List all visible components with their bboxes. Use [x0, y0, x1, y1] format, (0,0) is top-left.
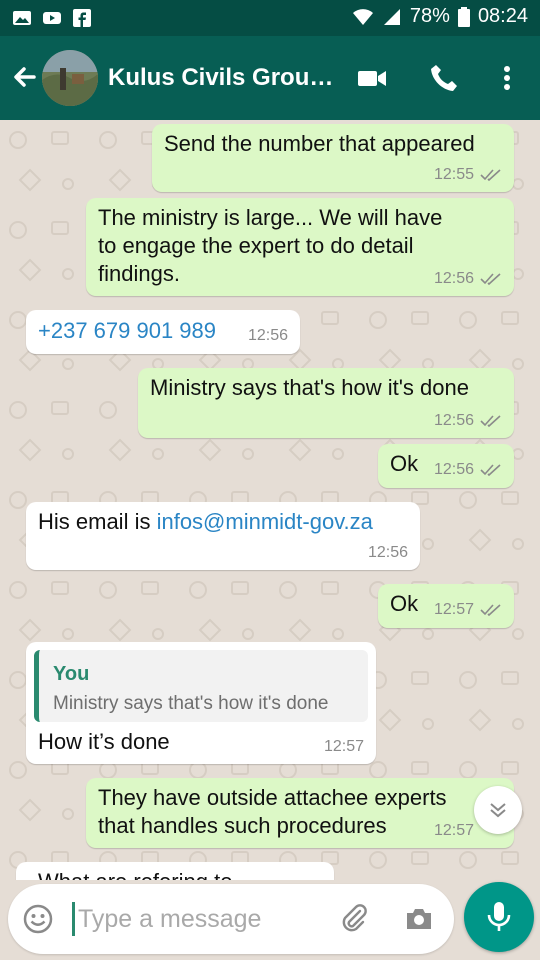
message-line: that handles such procedures	[98, 813, 387, 838]
system-status: 78% 08:24	[352, 5, 528, 28]
read-receipt-icon	[480, 415, 501, 428]
emoji-icon[interactable]	[22, 903, 54, 935]
message-text: How it’s done	[38, 729, 170, 754]
message-time: 12:55	[433, 166, 474, 183]
message-time: 12:57	[433, 601, 474, 618]
attach-icon[interactable]	[338, 902, 370, 934]
battery-icon	[457, 6, 470, 27]
youtube-icon	[43, 12, 61, 24]
message-meta: 12:55	[434, 166, 502, 184]
message-input[interactable]	[78, 898, 338, 940]
message-text: His email is infos@minmidt-gov.za	[38, 508, 373, 536]
facebook-icon	[73, 9, 91, 27]
message-meta: 12:56	[434, 461, 502, 479]
message-text: Ministry says that's how it's done	[150, 375, 469, 400]
group-avatar[interactable]	[42, 50, 98, 106]
read-receipt-icon	[480, 464, 501, 477]
image-icon	[13, 11, 31, 25]
quoted-text: Ministry says that's how it's done	[53, 693, 329, 714]
message-text: Ok	[390, 451, 419, 476]
battery-percent: 78%	[409, 5, 450, 27]
message-incoming[interactable]: What are refering to	[16, 862, 334, 880]
message-composer	[8, 884, 454, 954]
message-time: 12:56	[433, 270, 474, 287]
message-line: findings.	[98, 261, 180, 286]
signal-icon	[383, 8, 400, 25]
message-incoming[interactable]: His email is infos@minmidt-gov.za 12:56	[26, 502, 420, 570]
voice-call-icon[interactable]	[428, 62, 460, 94]
message-text: They have outside attachee experts that …	[98, 784, 447, 840]
message-meta: 12:56	[368, 544, 408, 562]
message-text: The ministry is large... We will have to…	[98, 204, 442, 288]
message-time: 12:56	[433, 412, 474, 429]
notification-icons	[12, 8, 92, 28]
message-time: 12:57	[433, 822, 474, 839]
double-chevron-down-icon	[490, 803, 506, 818]
phone-number-link[interactable]: +237 679 901 989	[38, 317, 216, 345]
message-text: Ok	[390, 591, 419, 616]
message-incoming-reply[interactable]: You Ministry says that's how it's done H…	[26, 642, 376, 764]
message-line: They have outside attachee experts	[98, 785, 447, 810]
message-outgoing[interactable]: Ok 12:56	[378, 444, 514, 488]
message-meta: 12:56	[248, 327, 288, 345]
message-outgoing[interactable]: They have outside attachee experts that …	[86, 778, 514, 848]
message-time: 12:56	[433, 461, 474, 478]
chat-header: Kulus Civils Grou…	[0, 36, 540, 120]
back-arrow-icon[interactable]	[8, 60, 40, 96]
message-text: Send the number that appeared	[164, 131, 475, 156]
message-outgoing[interactable]: The ministry is large... We will have to…	[86, 198, 514, 296]
chat-title[interactable]: Kulus Civils Grou…	[108, 64, 338, 92]
read-receipt-icon	[480, 169, 501, 182]
scroll-to-bottom-button[interactable]	[474, 786, 522, 834]
message-line: to engage the expert to do detail	[98, 233, 414, 258]
message-text: What are refering to	[38, 868, 232, 880]
clock: 08:24	[477, 5, 528, 27]
microphone-icon	[487, 902, 511, 931]
message-line: The ministry is large... We will have	[98, 205, 443, 230]
message-meta: 12:57	[434, 601, 502, 619]
message-meta: 12:57	[434, 822, 474, 840]
message-text-prefix: His email is	[38, 509, 157, 534]
message-list[interactable]: Send the number that appeared 12:55 The …	[0, 120, 540, 880]
message-outgoing[interactable]: Send the number that appeared 12:55	[152, 124, 514, 192]
quoted-message[interactable]: You Ministry says that's how it's done	[34, 650, 368, 722]
email-link[interactable]: infos@minmidt-gov.za	[157, 509, 373, 534]
status-bar: 78% 08:24	[0, 0, 540, 36]
message-outgoing[interactable]: Ok 12:57	[378, 584, 514, 628]
message-outgoing[interactable]: Ministry says that's how it's done 12:56	[138, 368, 514, 438]
message-time: 12:57	[323, 738, 364, 755]
voice-message-button[interactable]	[464, 882, 534, 952]
text-cursor	[72, 902, 75, 936]
camera-icon[interactable]	[404, 904, 434, 934]
read-receipt-icon	[480, 273, 501, 286]
message-meta: 12:57	[324, 738, 364, 756]
wifi-icon	[352, 8, 373, 25]
quoted-author: You	[53, 663, 90, 685]
read-receipt-icon	[480, 604, 501, 617]
more-vertical-icon[interactable]	[492, 62, 522, 94]
message-time: 12:56	[367, 544, 408, 561]
message-time: 12:56	[247, 327, 288, 344]
message-incoming[interactable]: +237 679 901 989 12:56	[26, 310, 300, 354]
message-meta: 12:56	[434, 270, 502, 288]
message-meta: 12:56	[434, 412, 502, 430]
video-call-icon[interactable]	[356, 62, 388, 94]
